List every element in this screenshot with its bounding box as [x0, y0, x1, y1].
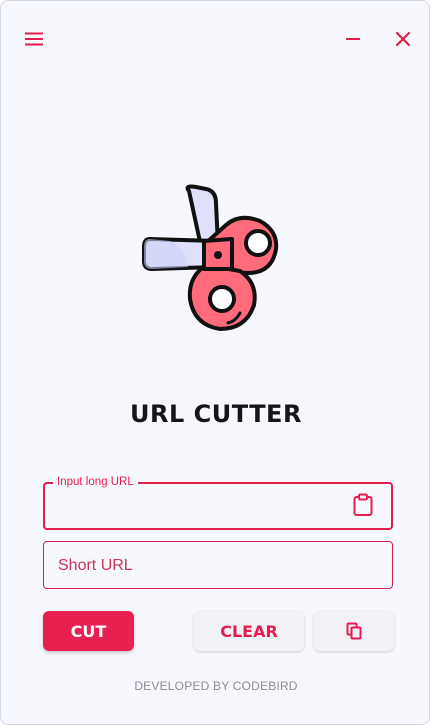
clear-button-label: CLEAR [220, 621, 278, 641]
minimize-button[interactable] [338, 24, 368, 54]
long-url-field: Input long URL [43, 475, 393, 530]
scissors-icon [142, 184, 279, 331]
hamburger-menu-icon [25, 32, 43, 46]
cut-button-label: CUT [70, 621, 107, 641]
paste-button[interactable] [350, 492, 376, 518]
long-url-input[interactable] [55, 492, 339, 522]
copy-icon [346, 622, 362, 640]
cut-button[interactable]: CUT [43, 611, 134, 651]
copy-button[interactable] [314, 611, 394, 651]
menu-button[interactable] [19, 24, 49, 54]
long-url-label: Input long URL [53, 475, 138, 489]
app-window: URL CUTTER Input long URL CUT CLEAR DEVE… [0, 0, 430, 725]
short-url-field [43, 541, 393, 589]
clear-button[interactable]: CLEAR [194, 611, 304, 651]
close-button[interactable] [388, 24, 418, 54]
clipboard-paste-icon [353, 493, 373, 516]
footer-credit: DEVELOPED BY CODEBIRD [134, 679, 298, 693]
minimize-icon [346, 38, 360, 40]
scissors-logo [136, 181, 301, 336]
app-title: URL CUTTER [130, 400, 302, 428]
short-url-input[interactable] [56, 552, 380, 580]
close-icon [395, 31, 411, 47]
